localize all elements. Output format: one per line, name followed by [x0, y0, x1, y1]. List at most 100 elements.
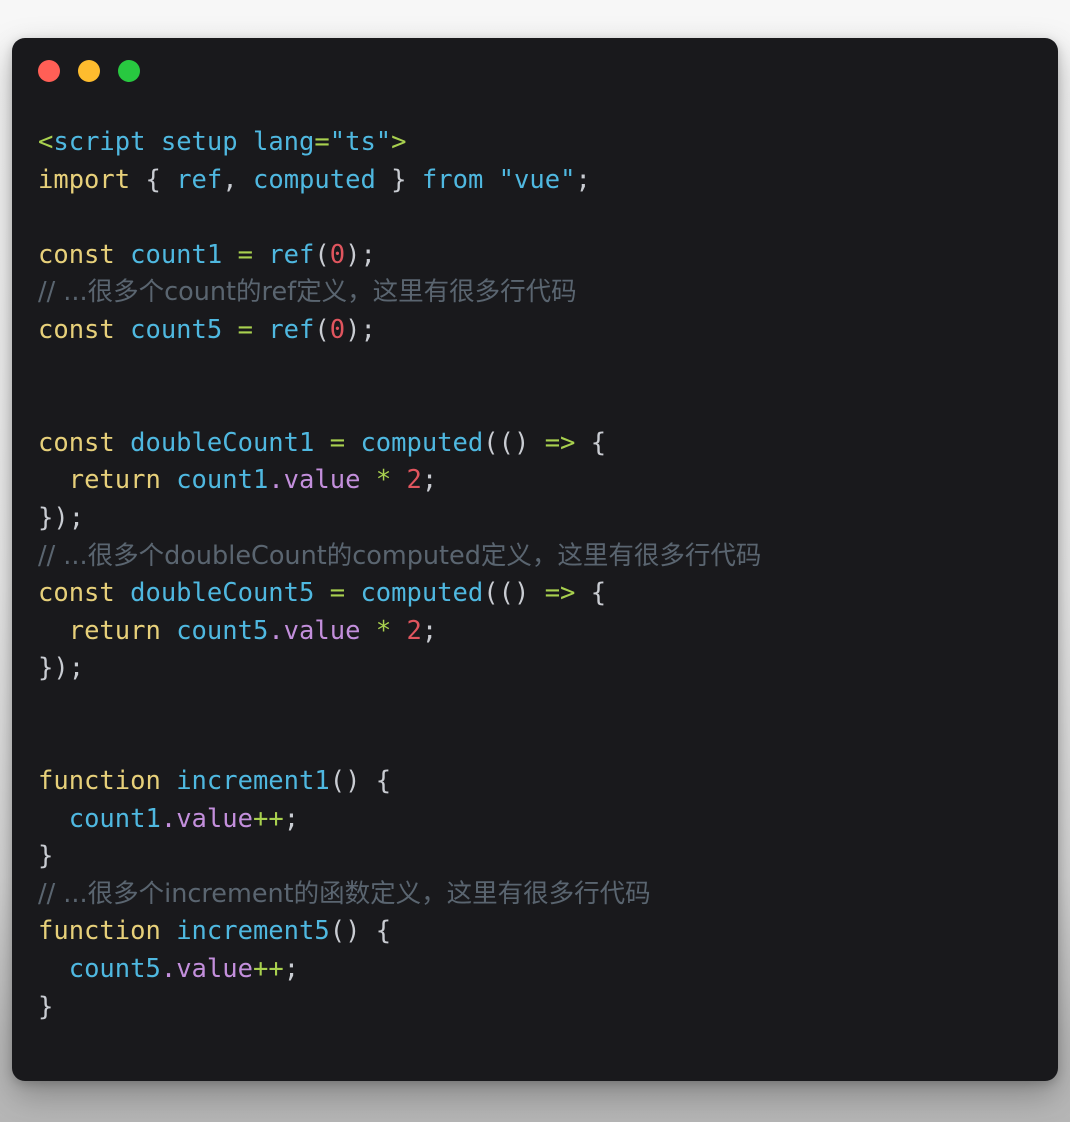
parens-empty: ()	[329, 766, 361, 797]
identifier-count1: count1	[68, 803, 161, 834]
identifier-count5: count5	[68, 954, 161, 985]
code-line-16-blank	[38, 688, 1038, 726]
code-line-15: });	[38, 650, 1038, 688]
attr-equals: =	[314, 127, 330, 157]
function-ref: ref	[268, 239, 315, 270]
arrow-operator: =>	[544, 427, 576, 458]
import-computed: computed	[252, 164, 376, 195]
assign-operator: =	[329, 578, 346, 609]
paren-open-double: ((	[483, 427, 514, 458]
maximize-window-icon[interactable]	[118, 60, 140, 82]
parens-empty: ()	[329, 916, 361, 947]
keyword-const: const	[38, 427, 115, 458]
keyword-function: function	[38, 916, 161, 947]
code-editor-area[interactable]: <script setup lang="ts"> import { ref, co…	[12, 102, 1058, 1081]
code-line-7-blank	[38, 350, 1038, 388]
code-line-5: // ...很多个count的ref定义，这里有很多行代码	[38, 274, 1038, 312]
comma: ,	[222, 164, 238, 195]
semicolon: ;	[421, 465, 438, 496]
closing-brace: }	[38, 841, 54, 872]
brace-open: {	[590, 578, 607, 609]
code-line-20: }	[38, 838, 1038, 876]
semicolon: ;	[283, 954, 300, 985]
code-line-4: const count1 = ref(0);	[38, 237, 1038, 275]
comment-doublecount-computed: // ...很多个doubleCount的computed定义，这里有很多行代码	[38, 540, 762, 571]
code-line-6: const count5 = ref(0);	[38, 312, 1038, 350]
assign-operator: =	[329, 427, 346, 458]
number-zero: 0	[329, 314, 346, 345]
tag-open-bracket: <	[38, 127, 54, 157]
keyword-function: function	[38, 766, 161, 797]
space-1	[145, 127, 160, 157]
brace-open: {	[375, 766, 392, 797]
close-window-icon[interactable]	[38, 60, 60, 82]
function-computed: computed	[360, 578, 484, 609]
tag-name: script	[53, 127, 146, 157]
identifier-doublecount5: doubleCount5	[130, 578, 315, 609]
property-value: .value	[160, 803, 253, 834]
property-value: .value	[160, 954, 253, 985]
semicolon: ;	[360, 314, 376, 345]
increment-operator: ++	[252, 954, 284, 985]
code-line-12: // ...很多个doubleCount的computed定义，这里有很多行代码	[38, 538, 1038, 576]
code-block: <script setup lang="ts"> import { ref, co…	[38, 124, 1038, 1026]
code-line-10: return count1.value * 2;	[38, 462, 1038, 500]
attr-setup: setup	[160, 127, 238, 157]
import-ref: ref	[176, 164, 223, 195]
multiply-operator: *	[375, 615, 392, 646]
code-line-9: const doubleCount1 = computed(() => {	[38, 425, 1038, 463]
property-value: .value	[268, 465, 361, 496]
code-line-1: <script setup lang="ts">	[38, 124, 1038, 162]
attr-value-ts: "ts"	[329, 127, 392, 157]
semicolon: ;	[360, 239, 376, 270]
semicolon: ;	[283, 803, 300, 834]
semicolon: ;	[575, 164, 591, 195]
code-line-13: const doubleCount5 = computed(() => {	[38, 575, 1038, 613]
keyword-const: const	[38, 239, 115, 270]
traffic-light-group	[38, 60, 140, 82]
code-window: <script setup lang="ts"> import { ref, co…	[12, 38, 1058, 1081]
module-vue: "vue"	[498, 164, 576, 195]
code-line-22: function increment5() {	[38, 913, 1038, 951]
minimize-window-icon[interactable]	[78, 60, 100, 82]
paren-close: )	[513, 427, 530, 458]
number-two: 2	[406, 465, 422, 496]
space-2	[238, 127, 253, 157]
brace-open: {	[590, 427, 607, 458]
function-ref: ref	[268, 314, 315, 345]
paren-close: )	[345, 314, 361, 345]
keyword-return: return	[68, 465, 161, 496]
code-line-17-blank	[38, 726, 1038, 764]
paren-close: )	[513, 578, 530, 609]
paren-open-double: ((	[483, 578, 514, 609]
number-two: 2	[406, 615, 422, 646]
property-value: .value	[268, 615, 361, 646]
code-line-11: });	[38, 500, 1038, 538]
keyword-const: const	[38, 314, 115, 345]
multiply-operator: *	[375, 465, 392, 496]
identifier-count5: count5	[176, 615, 269, 646]
brace-close: }	[391, 164, 407, 195]
assign-operator: =	[237, 239, 253, 270]
keyword-from: from	[421, 164, 484, 195]
page-root: <script setup lang="ts"> import { ref, co…	[0, 0, 1070, 1122]
window-titlebar	[12, 38, 1058, 102]
increment-operator: ++	[252, 803, 284, 834]
keyword-return: return	[68, 615, 161, 646]
brace-open: {	[145, 164, 161, 195]
keyword-const: const	[38, 578, 115, 609]
paren-open: (	[314, 239, 330, 270]
identifier-doublecount1: doubleCount1	[130, 427, 315, 458]
code-line-8-blank	[38, 387, 1038, 425]
identifier-count1: count1	[176, 465, 269, 496]
code-line-23: count5.value++;	[38, 951, 1038, 989]
identifier-increment5: increment5	[176, 916, 330, 947]
tag-close-bracket: >	[391, 127, 407, 157]
identifier-increment1: increment1	[176, 766, 330, 797]
code-line-3-blank	[38, 199, 1038, 237]
identifier-count5: count5	[130, 314, 223, 345]
closing-brace-paren: });	[38, 653, 85, 684]
attr-lang: lang	[252, 127, 315, 157]
number-zero: 0	[329, 239, 346, 270]
function-computed: computed	[360, 427, 484, 458]
